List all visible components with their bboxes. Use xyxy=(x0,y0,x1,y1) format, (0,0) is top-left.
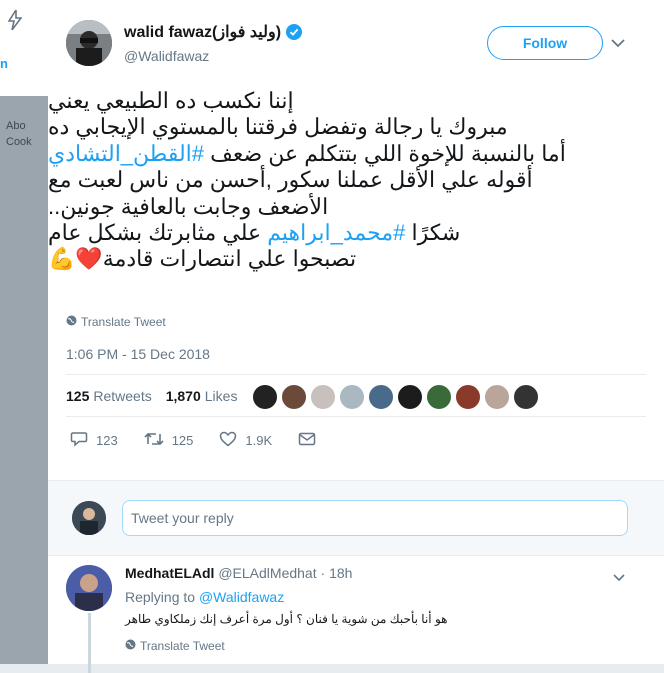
tweet-line-5: الأضعف وجابت بالعافية جونين.. xyxy=(48,193,329,219)
follow-button[interactable]: Follow xyxy=(487,26,603,60)
author-name[interactable]: walid fawaz(وليد فواز) xyxy=(124,22,281,42)
more-options-chevron-icon[interactable] xyxy=(610,36,626,50)
tweet-header: walid fawaz(وليد فواز) @Walidfawaz Follo… xyxy=(48,0,664,80)
retweet-count: 125 xyxy=(171,433,194,448)
reply-input[interactable]: Tweet your reply xyxy=(122,500,628,536)
reply-translate-label: Translate Tweet xyxy=(140,639,225,653)
retweets-label: Retweets xyxy=(93,388,152,404)
reply-time[interactable]: · 18h xyxy=(321,565,353,581)
hashtag-link[interactable]: #محمد_ابراهيم xyxy=(267,220,405,245)
liker-avatar[interactable] xyxy=(310,384,336,410)
globe-icon xyxy=(125,639,136,653)
reply-author-avatar[interactable] xyxy=(66,565,112,611)
liker-avatar[interactable] xyxy=(281,384,307,410)
tweet-line-3: أما بالنسبة للإخوة اللي بتتكلم عن ضعف #ا… xyxy=(48,141,642,167)
replying-prefix: Replying to xyxy=(125,589,196,605)
liker-avatar[interactable] xyxy=(426,384,452,410)
liker-avatar[interactable] xyxy=(455,384,481,410)
liker-avatars xyxy=(252,384,539,410)
reply-composer: Tweet your reply xyxy=(48,480,664,556)
tweet-text: إننا نكسب ده الطبيعي يعني مبروك يا رجالة… xyxy=(48,88,642,273)
divider xyxy=(66,416,646,417)
retweets-stat[interactable]: 125 Retweets xyxy=(66,388,152,404)
liker-avatar[interactable] xyxy=(397,384,423,410)
replying-to: Replying to @Walidfawaz xyxy=(125,589,284,605)
tweet-line-1: إننا نكسب ده الطبيعي يعني xyxy=(48,88,294,113)
reply-more-chevron-icon[interactable] xyxy=(612,571,626,583)
tweet-stats: 125 Retweets 1,870 Likes xyxy=(66,388,237,404)
tweet-line-6-prefix: شكرًا xyxy=(405,220,461,246)
retweets-count: 125 xyxy=(66,388,90,404)
globe-icon xyxy=(66,315,77,329)
background-page: n Abo Cook xyxy=(0,0,49,664)
background-side-text: Abo Cook xyxy=(6,118,32,150)
tweet-modal: walid fawaz(وليد فواز) @Walidfawaz Follo… xyxy=(48,0,664,673)
likes-count: 1,870 xyxy=(165,388,201,404)
divider xyxy=(66,374,646,375)
retweet-icon xyxy=(144,431,164,450)
liker-avatar[interactable] xyxy=(339,384,365,410)
background-fragment-text: n xyxy=(0,56,8,71)
translate-tweet-label: Translate Tweet xyxy=(81,315,166,329)
reply-tweet: MedhatELAdl @ELAdlMedhat · 18h Replying … xyxy=(48,555,664,673)
side-text-about: Abo xyxy=(6,120,26,132)
tweet-line-3-text: أما بالنسبة للإخوة اللي بتتكلم عن ضعف xyxy=(204,140,566,166)
side-text-cookies: Cook xyxy=(6,136,32,148)
reply-button[interactable]: 123 xyxy=(70,431,118,450)
tweet-line-4: أقوله علي الأقل عملنا سكور ,أحسن من ناس … xyxy=(48,167,533,193)
liker-avatar[interactable] xyxy=(368,384,394,410)
tweet-line-6-suffix: علي مثابرتك بشكل عام xyxy=(48,220,268,246)
tweet-line-6: شكرًا #محمد_ابراهيم علي مثابرتك بشكل عام xyxy=(48,220,642,246)
current-user-avatar[interactable] xyxy=(72,501,106,535)
lightning-icon xyxy=(7,7,23,35)
heart-icon xyxy=(219,431,237,450)
likes-label: Likes xyxy=(204,388,238,404)
like-count: 1.9K xyxy=(245,433,273,448)
like-button[interactable]: 1.9K xyxy=(219,431,272,450)
likes-stat[interactable]: 1,870 Likes xyxy=(166,388,238,404)
tweet-line-7: تصبحوا علي انتصارات قادمة❤️💪 xyxy=(48,246,642,272)
envelope-icon xyxy=(298,432,316,449)
author-avatar[interactable] xyxy=(66,20,112,66)
reply-author-row: MedhatELAdl @ELAdlMedhat · 18h xyxy=(125,565,352,581)
reply-translate-link[interactable]: Translate Tweet xyxy=(125,639,225,653)
reply-text: هو أنا بأحبك من شوية يا فنان ؟ أول مرة أ… xyxy=(125,612,448,626)
liker-avatar[interactable] xyxy=(252,384,278,410)
author-name-row: walid fawaz(وليد فواز) xyxy=(124,22,303,42)
tweet-actions: 123 125 1.9K xyxy=(70,431,316,450)
tweet-line-7-text: تصبحوا علي انتصارات قادمة xyxy=(102,246,357,272)
replying-handle-link[interactable]: @Walidfawaz xyxy=(199,589,284,605)
reply-icon xyxy=(70,431,88,450)
direct-message-button[interactable] xyxy=(298,432,316,449)
reply-author-name[interactable]: MedhatELAdl xyxy=(125,565,214,581)
reply-author-handle[interactable]: @ELAdlMedhat xyxy=(218,565,316,581)
modal-overlay[interactable] xyxy=(0,96,48,664)
translate-tweet-link[interactable]: Translate Tweet xyxy=(66,315,166,329)
tweet-timestamp[interactable]: 1:06 PM - 15 Dec 2018 xyxy=(66,346,210,362)
retweet-button[interactable]: 125 xyxy=(144,431,194,450)
hashtag-link[interactable]: #القطن_التشادي xyxy=(48,141,204,166)
liker-avatar[interactable] xyxy=(513,384,539,410)
verified-badge-icon xyxy=(286,24,303,40)
emoji-heart-muscle: ❤️💪 xyxy=(48,246,103,272)
tweet-line-2: مبروك يا رجالة وتفضل فرقتنا بالمستوي الإ… xyxy=(48,114,508,140)
author-handle[interactable]: @Walidfawaz xyxy=(124,48,209,64)
liker-avatar[interactable] xyxy=(484,384,510,410)
reply-count: 123 xyxy=(96,433,118,448)
thread-line xyxy=(88,613,91,673)
